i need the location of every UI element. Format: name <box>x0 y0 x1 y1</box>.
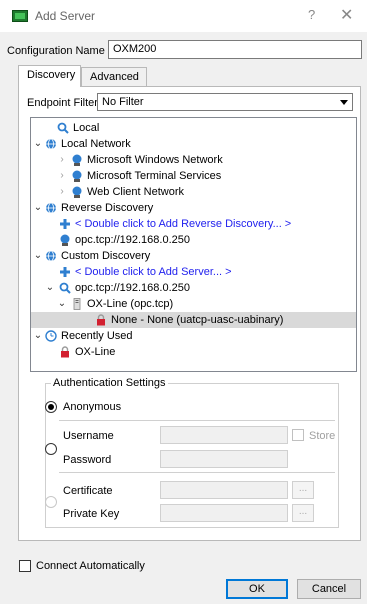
certificate-browse-button[interactable]: ... <box>292 481 314 499</box>
chevron-down-icon[interactable]: ⌄ <box>33 248 43 264</box>
network-icon <box>46 202 56 214</box>
chevron-down-icon[interactable]: ⌄ <box>57 296 67 312</box>
endpoint-filter-select[interactable]: No Filter <box>97 93 353 111</box>
network-computer-icon <box>72 154 82 166</box>
endpoint-filter-label: Endpoint Filter: <box>27 97 101 109</box>
configuration-name-input[interactable]: OXM200 <box>108 40 362 59</box>
connect-automatically-checkbox[interactable] <box>19 560 31 572</box>
title-bar: Add Server ? ✕ <box>0 0 367 32</box>
store-label: Store <box>309 430 336 442</box>
chevron-down-icon[interactable]: ⌄ <box>45 280 55 296</box>
search-icon <box>59 282 71 294</box>
password-input[interactable] <box>160 450 288 468</box>
chevron-down-icon <box>340 100 348 105</box>
server-globe-icon <box>60 234 70 246</box>
cancel-button[interactable]: Cancel <box>297 579 361 599</box>
chevron-down-icon[interactable]: ⌄ <box>33 200 43 216</box>
anonymous-radio[interactable] <box>45 401 57 413</box>
server-icon <box>73 298 81 310</box>
configuration-name-label: Configuration Name <box>7 45 105 57</box>
tree-item-local-network[interactable]: ⌄ Local Network <box>31 136 351 152</box>
add-plus-icon <box>60 267 70 277</box>
tab-advanced[interactable]: Advanced <box>81 67 147 87</box>
username-label: Username <box>63 430 114 442</box>
private-key-label: Private Key <box>63 508 120 520</box>
tree-item-reverse-discovery[interactable]: ⌄ Reverse Discovery <box>31 200 351 216</box>
separator <box>59 472 335 473</box>
tree-item-add-reverse-discovery[interactable]: < Double click to Add Reverse Discovery.… <box>31 216 351 232</box>
tree-item-custom-discovery[interactable]: ⌄ Custom Discovery <box>31 248 351 264</box>
tree-item-local[interactable]: Local <box>31 120 351 136</box>
lock-icon <box>61 346 69 358</box>
tree-item-ox-line[interactable]: OX-Line <box>31 344 351 360</box>
username-password-radio[interactable] <box>45 443 57 455</box>
discovery-panel: Endpoint Filter: No Filter Local ⌄ Local… <box>18 86 361 541</box>
window-title: Add Server <box>35 9 96 23</box>
chevron-down-icon[interactable]: ⌄ <box>33 328 43 344</box>
add-plus-icon <box>60 219 70 229</box>
separator <box>59 420 335 421</box>
connect-automatically-label: Connect Automatically <box>36 560 145 572</box>
chevron-down-icon[interactable]: ⌄ <box>33 136 43 152</box>
server-tree[interactable]: Local ⌄ Local Network › Microsoft Window… <box>30 117 357 372</box>
tree-item-custom-endpoint[interactable]: ⌄ opc.tcp://192.168.0.250 <box>31 280 351 296</box>
chevron-right-icon[interactable]: › <box>57 184 67 200</box>
network-icon <box>46 138 56 150</box>
network-computer-icon <box>72 186 82 198</box>
network-computer-icon <box>72 170 82 182</box>
search-icon <box>57 122 69 134</box>
tree-item-ox-line-opc[interactable]: ⌄ OX-Line (opc.tcp) <box>31 296 351 312</box>
tree-item-web-client-network[interactable]: › Web Client Network <box>31 184 351 200</box>
anonymous-label: Anonymous <box>63 401 122 413</box>
network-icon <box>46 250 56 262</box>
ok-button[interactable]: OK <box>226 579 288 599</box>
authentication-settings-legend: Authentication Settings <box>51 377 168 389</box>
clock-icon <box>45 330 57 342</box>
tree-item-none-none[interactable]: None - None (uatcp-uasc-uabinary) <box>31 312 356 328</box>
certificate-radio[interactable] <box>45 496 57 508</box>
username-input[interactable] <box>160 426 288 444</box>
private-key-input[interactable] <box>160 504 288 522</box>
chevron-right-icon[interactable]: › <box>57 152 67 168</box>
lock-icon <box>97 314 105 326</box>
private-key-browse-button[interactable]: ... <box>292 504 314 522</box>
store-checkbox[interactable] <box>292 429 304 441</box>
close-button[interactable]: ✕ <box>340 5 353 25</box>
chevron-right-icon[interactable]: › <box>57 168 67 184</box>
tree-item-reverse-endpoint[interactable]: opc.tcp://192.168.0.250 <box>31 232 351 248</box>
endpoint-filter-value: No Filter <box>102 96 144 108</box>
tab-discovery[interactable]: Discovery <box>18 65 81 87</box>
tree-item-ms-windows-network[interactable]: › Microsoft Windows Network <box>31 152 351 168</box>
tree-item-recently-used[interactable]: ⌄ Recently Used <box>31 328 351 344</box>
certificate-input[interactable] <box>160 481 288 499</box>
app-icon <box>12 10 28 22</box>
certificate-label: Certificate <box>63 485 113 497</box>
help-button[interactable]: ? <box>308 7 315 22</box>
tree-item-ms-terminal-services[interactable]: › Microsoft Terminal Services <box>31 168 351 184</box>
tree-item-add-server[interactable]: < Double click to Add Server... > <box>31 264 351 280</box>
password-label: Password <box>63 454 112 466</box>
